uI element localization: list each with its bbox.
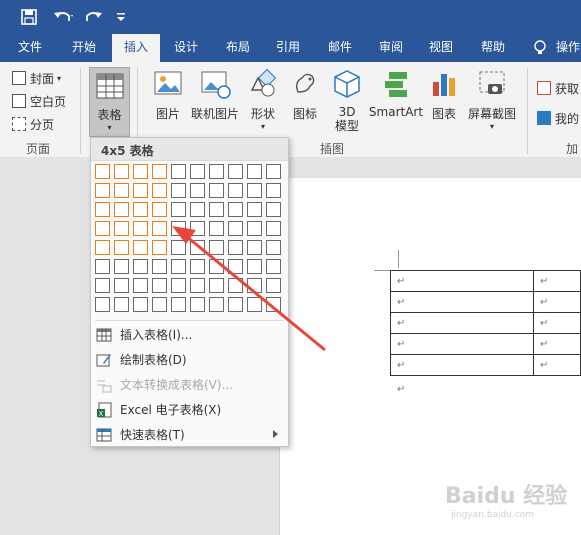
watermark-brand: Baidu 经验 (445, 484, 568, 509)
watermark-url: jingyan.baidu.com (451, 510, 535, 520)
annotation-arrow (172, 226, 326, 352)
watermark: Baidu 经验 jingyan.baidu.com (445, 478, 575, 528)
